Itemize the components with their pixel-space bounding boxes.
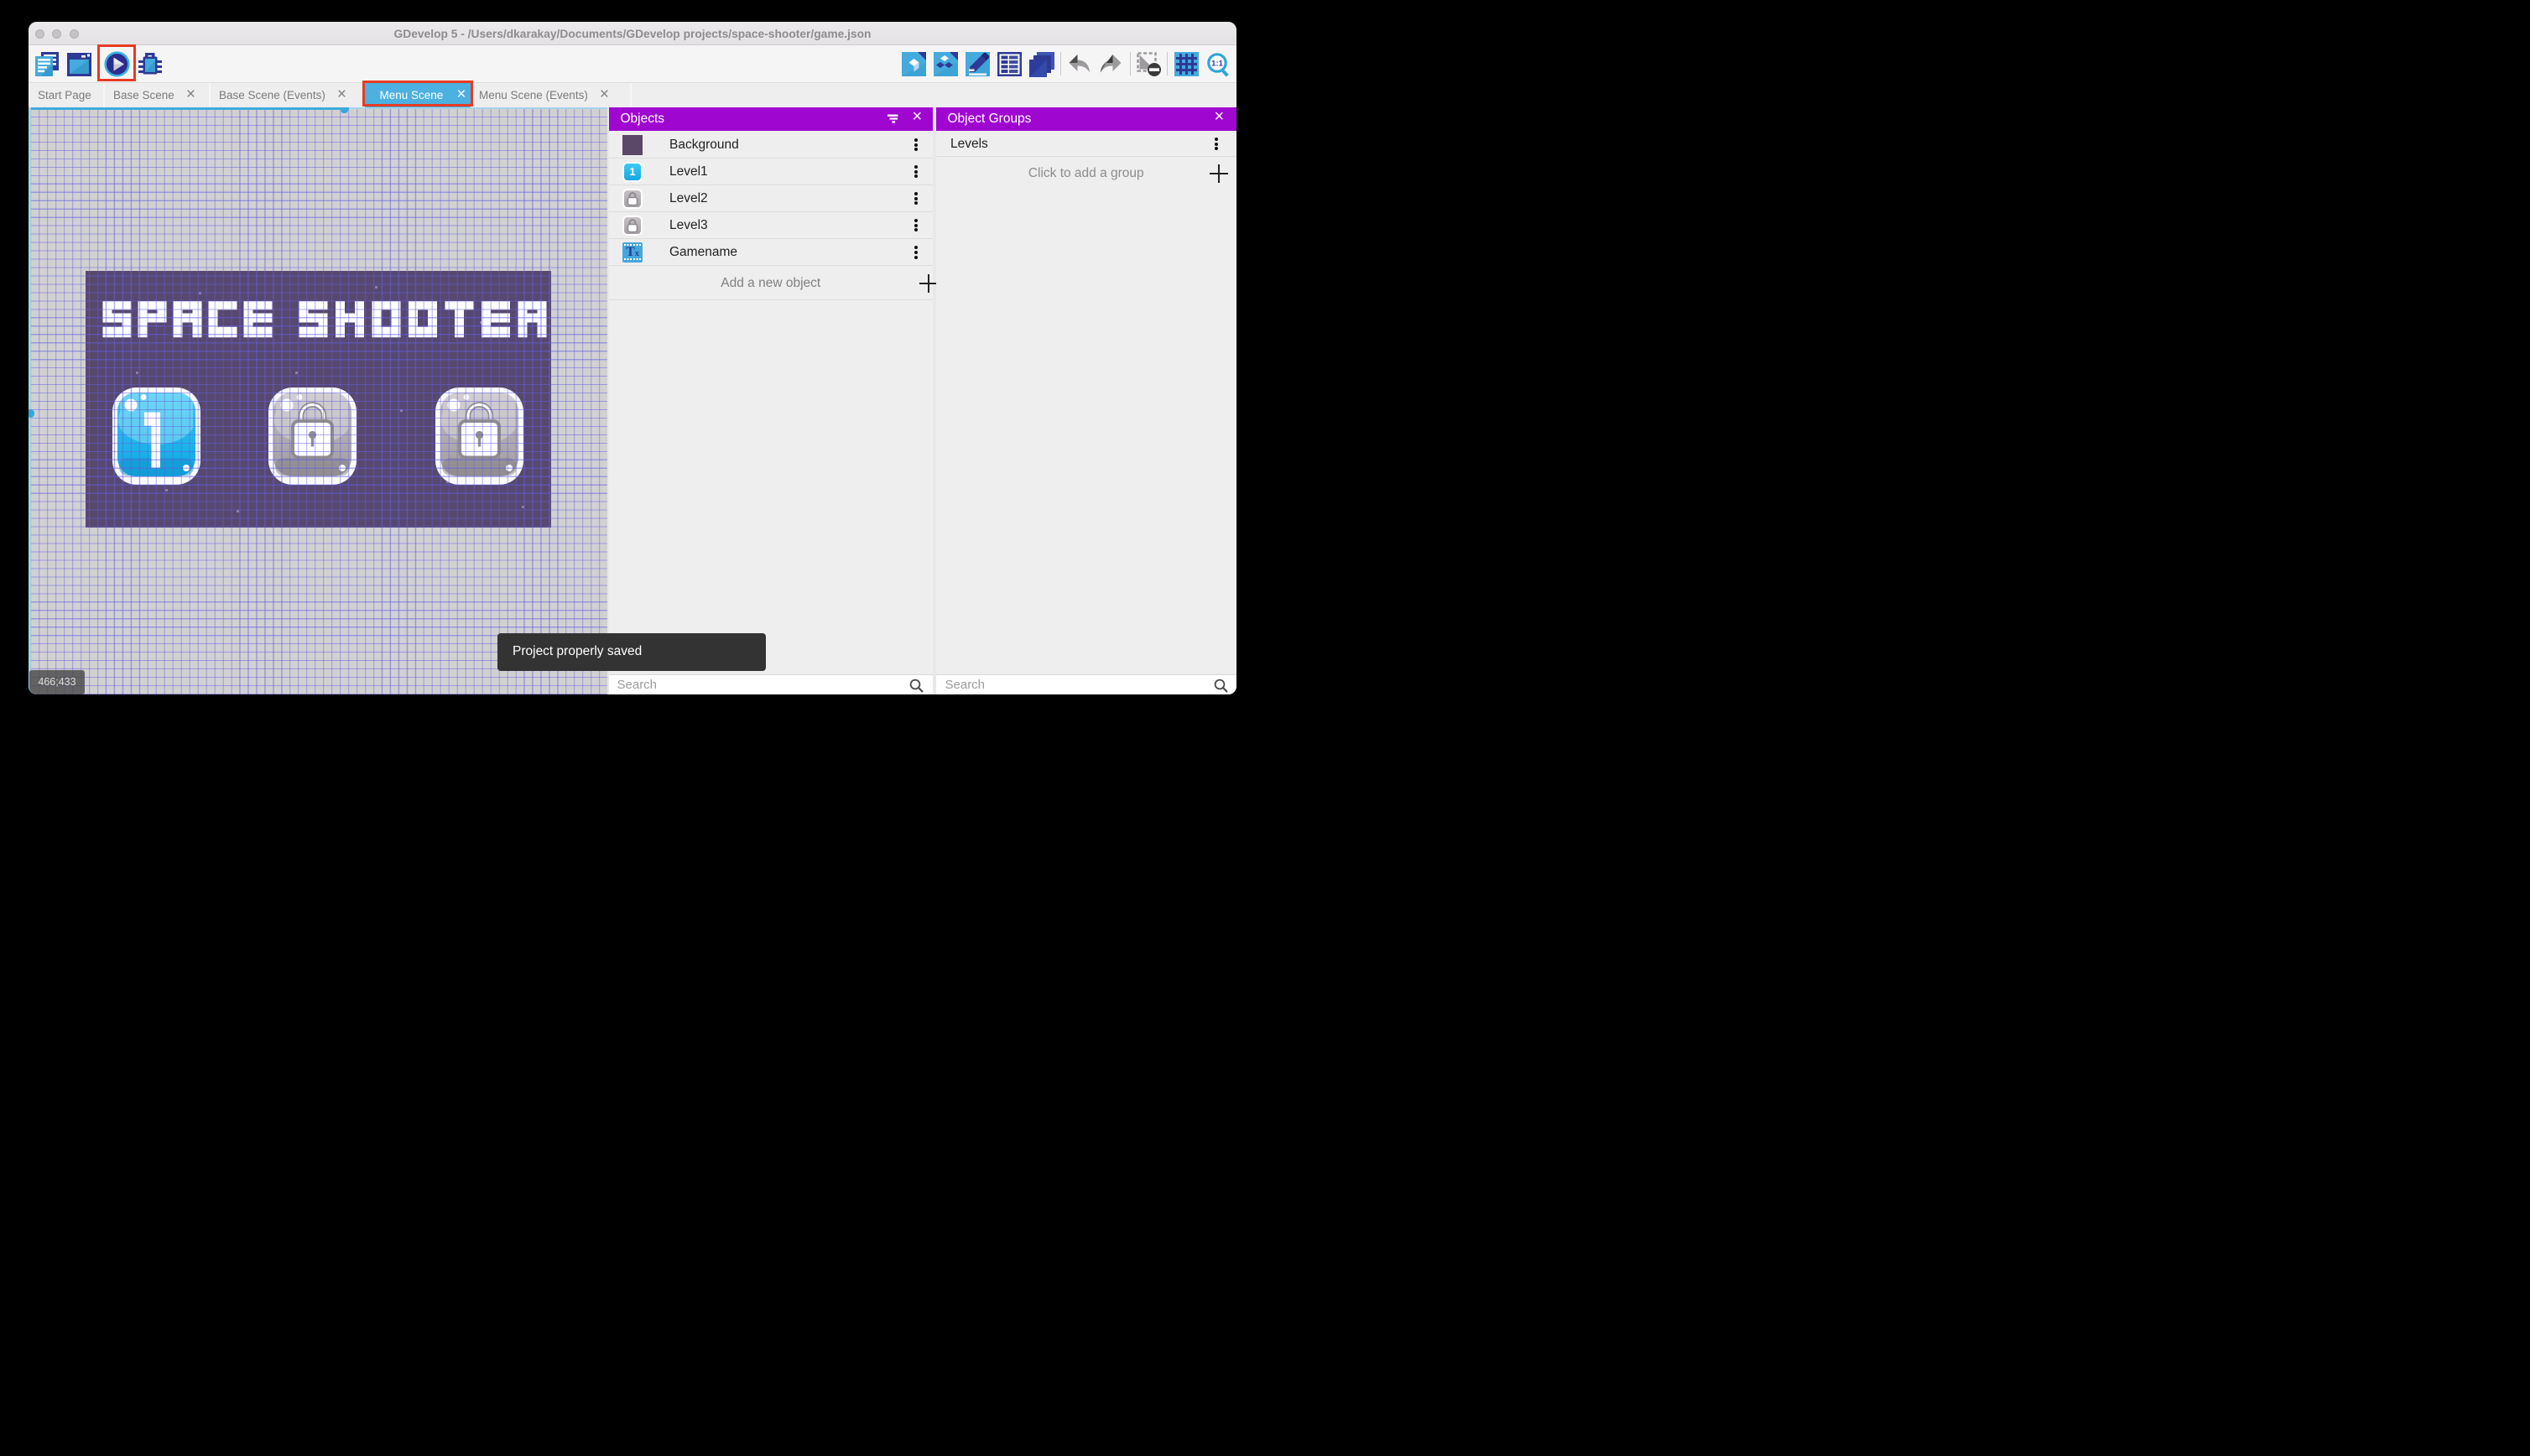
svg-text:1:1: 1:1 (1211, 60, 1223, 69)
